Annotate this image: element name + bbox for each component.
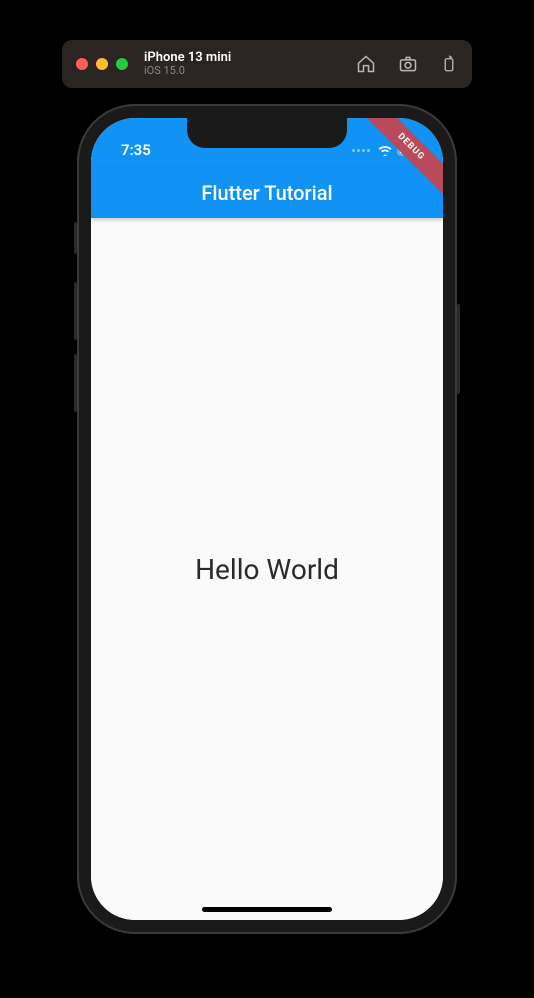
- power-button: [457, 304, 460, 394]
- debug-banner: DEBUG: [353, 118, 443, 208]
- body-text: Hello World: [195, 553, 339, 586]
- window-controls: [76, 58, 128, 70]
- simulator-os-version: iOS 15.0: [144, 65, 231, 77]
- display-notch: [187, 118, 347, 148]
- app-bar-title: Flutter Tutorial: [201, 181, 332, 205]
- app-body: Hello World: [91, 218, 443, 920]
- simulator-device-name: iPhone 13 mini: [144, 51, 231, 65]
- status-time: 7:35: [121, 141, 151, 159]
- simulator-titlebar: iPhone 13 mini iOS 15.0: [62, 40, 472, 88]
- silence-switch: [74, 222, 77, 254]
- close-window-button[interactable]: [76, 58, 88, 70]
- screenshot-icon[interactable]: [398, 54, 418, 74]
- rotate-icon[interactable]: [440, 54, 458, 74]
- home-indicator[interactable]: [202, 907, 332, 912]
- simulator-toolbar: [356, 54, 458, 74]
- zoom-window-button[interactable]: [116, 58, 128, 70]
- simulator-title-group: iPhone 13 mini iOS 15.0: [144, 51, 231, 77]
- home-icon[interactable]: [356, 54, 376, 74]
- minimize-window-button[interactable]: [96, 58, 108, 70]
- volume-down-button: [74, 354, 77, 412]
- volume-up-button: [74, 282, 77, 340]
- phone-screen: DEBUG 7:35: [91, 118, 443, 920]
- debug-label: DEBUG: [361, 118, 443, 197]
- phone-frame: DEBUG 7:35: [77, 104, 457, 934]
